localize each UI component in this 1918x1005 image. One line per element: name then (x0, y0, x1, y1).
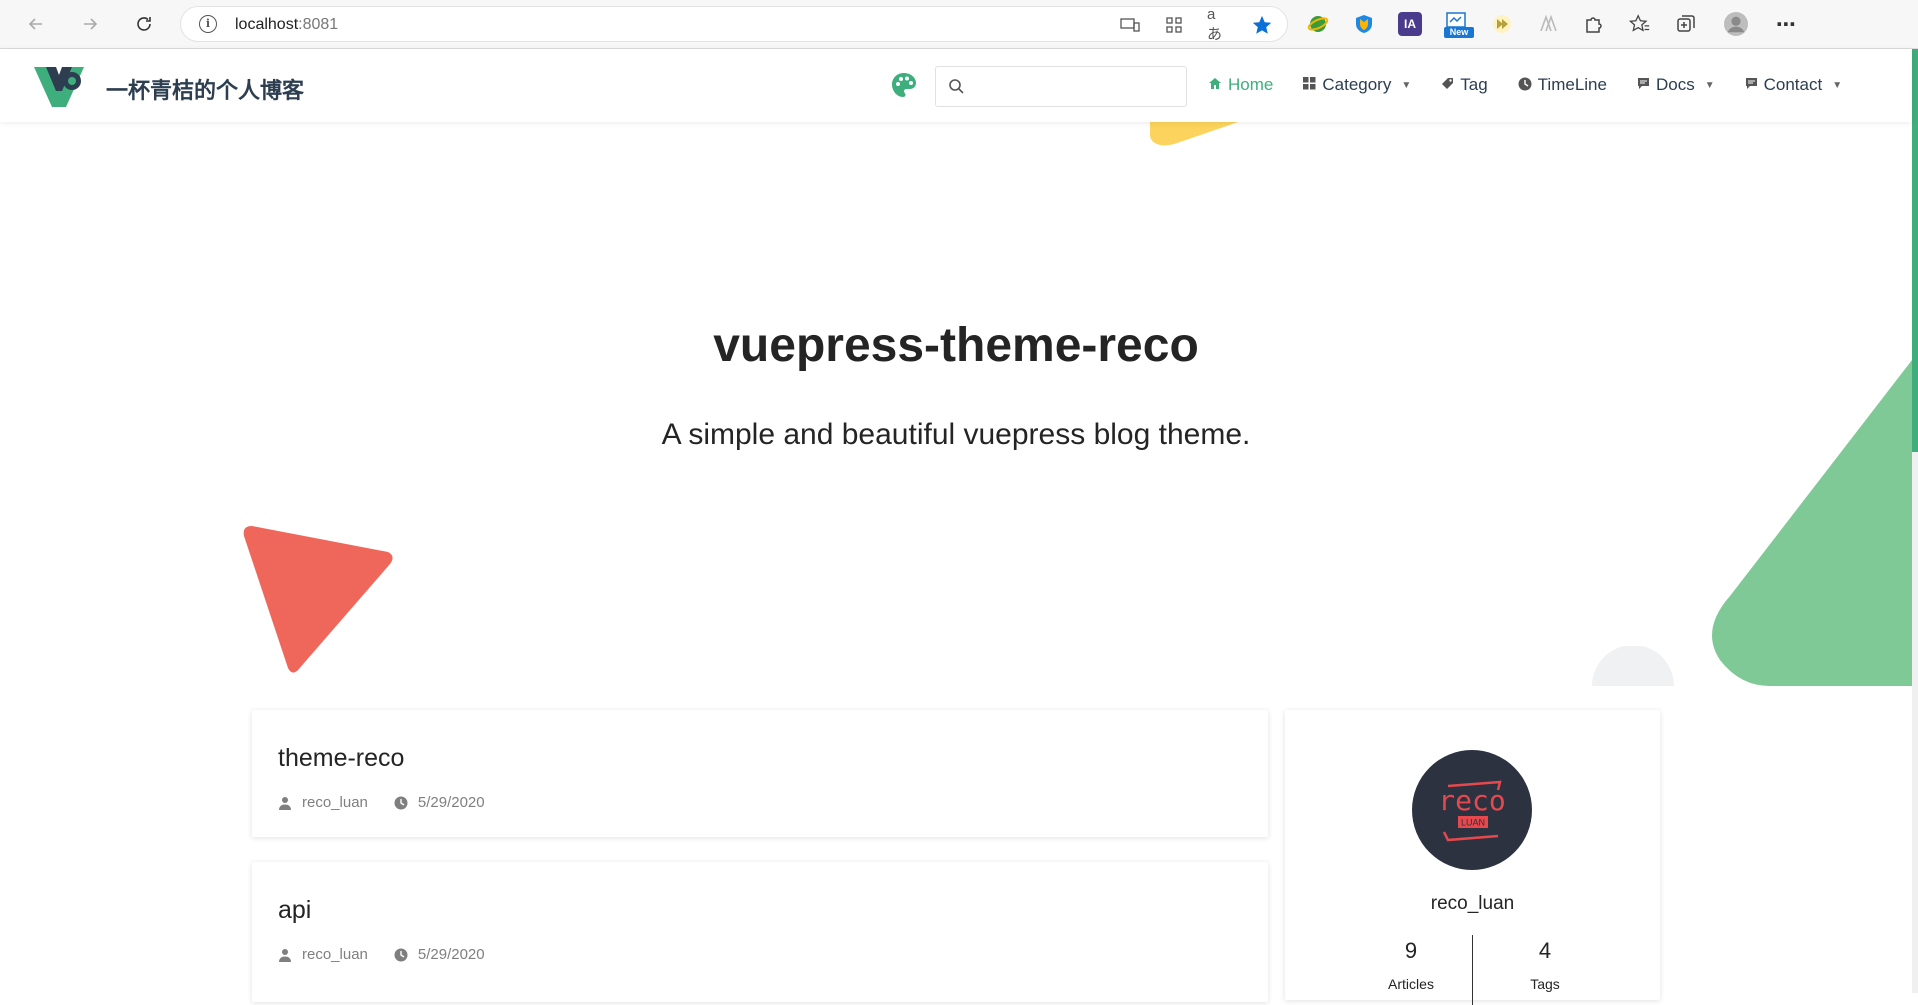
clock-icon (1518, 77, 1532, 94)
new-extension-icon[interactable]: New (1444, 12, 1474, 38)
search-box[interactable] (935, 66, 1187, 107)
translate-icon[interactable]: aあ (1207, 6, 1229, 43)
address-bar[interactable]: i localhost:8081 aあ (180, 6, 1288, 43)
user-icon (279, 796, 291, 810)
favorites-icon[interactable] (1628, 12, 1652, 36)
nav-item-docs[interactable]: Docs ▼ (1637, 75, 1715, 95)
nav-item-label: Contact (1763, 75, 1823, 94)
back-button[interactable] (22, 10, 50, 38)
page-scrollbar[interactable] (1912, 49, 1918, 993)
nav-item-timeline[interactable]: TimeLine (1518, 75, 1607, 95)
articles-count: 9 (1404, 938, 1418, 963)
profile-avatar-icon[interactable] (1724, 12, 1748, 36)
nav-item-label: Category (1322, 75, 1392, 94)
extensions-puzzle-icon[interactable] (1582, 12, 1606, 36)
clock-icon (394, 948, 408, 961)
nav-item-label: TimeLine (1537, 75, 1607, 94)
author-profile-card: reco LUAN reco_luan 9 Articles 4 Tags (1285, 710, 1660, 1005)
message-icon (1745, 77, 1758, 93)
tag-icon (1441, 77, 1454, 93)
favorite-star-icon[interactable] (1251, 14, 1273, 36)
ie-tab-extension-icon[interactable] (1306, 12, 1330, 36)
green-shape-decoration (1712, 360, 1912, 686)
home-icon (1208, 77, 1222, 93)
red-triangle-decoration (243, 526, 393, 673)
nav-item-label: Home (1228, 75, 1274, 94)
post-title[interactable]: theme-reco (278, 744, 404, 773)
tags-stat[interactable]: 4 Tags (1485, 938, 1605, 992)
category-icon (1303, 77, 1316, 93)
chevron-down-icon: ▼ (1704, 79, 1715, 91)
tags-count: 4 (1538, 938, 1552, 963)
nav-item-label: Docs (1655, 75, 1695, 94)
site-logo[interactable] (32, 63, 86, 109)
site-info-icon[interactable]: i (199, 15, 217, 33)
aa-extension-icon[interactable] (1536, 12, 1560, 36)
nav-item-contact[interactable]: Contact ▼ (1745, 75, 1843, 95)
more-menu-icon[interactable]: ⋯ (1774, 12, 1798, 36)
nav-item-label: Tag (1460, 75, 1488, 94)
qr-code-icon[interactable] (1163, 14, 1185, 36)
app-available-icon[interactable] (1119, 14, 1141, 36)
ia-extension-icon[interactable]: IA (1398, 12, 1422, 36)
search-icon (949, 79, 964, 94)
post-date: 5/29/2020 (417, 794, 485, 811)
play-extension-icon[interactable] (1490, 12, 1514, 36)
post-author: reco_luan (302, 794, 368, 811)
reload-button[interactable] (130, 10, 158, 38)
site-navbar: 一杯青桔的个人博客 Home Category ▼ Tag TimeLine D… (0, 49, 1912, 122)
stat-divider (1472, 935, 1473, 1005)
site-title[interactable]: 一杯青桔的个人博客 (106, 73, 304, 105)
svg-text:reco: reco (1438, 784, 1505, 817)
avatar: reco LUAN (1412, 750, 1532, 870)
clock-icon (394, 796, 408, 809)
shield-extension-icon[interactable] (1352, 12, 1376, 36)
post-card[interactable]: api reco_luan 5/29/2020 (252, 862, 1268, 1002)
nav-menu: Home Category ▼ Tag TimeLine Docs ▼ Cont… (1208, 75, 1872, 95)
svg-text:LUAN: LUAN (1461, 818, 1485, 828)
hero-title: vuepress-theme-reco (713, 319, 1199, 372)
forward-button[interactable] (76, 10, 104, 38)
message-icon (1637, 77, 1650, 93)
articles-stat[interactable]: 9 Articles (1351, 938, 1471, 992)
post-author: reco_luan (302, 946, 368, 963)
chevron-down-icon: ▼ (1832, 79, 1843, 91)
collections-icon[interactable] (1674, 12, 1698, 36)
nav-item-tag[interactable]: Tag (1441, 75, 1488, 95)
post-card[interactable]: theme-reco reco_luan 5/29/2020 (252, 710, 1268, 837)
browser-toolbar: i localhost:8081 aあ IA New ⋯ (0, 0, 1918, 49)
user-icon (279, 948, 291, 962)
nav-item-home[interactable]: Home (1208, 75, 1273, 95)
grey-circle-decoration (1592, 646, 1674, 686)
articles-label: Articles (1388, 976, 1434, 992)
profile-name: reco_luan (1430, 893, 1515, 914)
search-input[interactable] (974, 75, 1174, 99)
theme-palette-icon[interactable] (890, 71, 918, 99)
post-title[interactable]: api (278, 896, 311, 925)
post-date: 5/29/2020 (417, 946, 485, 963)
chevron-down-icon: ▼ (1401, 79, 1412, 91)
scrollbar-thumb[interactable] (1912, 49, 1918, 452)
tags-label: Tags (1530, 976, 1560, 992)
hero-description: A simple and beautiful vuepress blog the… (661, 418, 1251, 451)
url-text: localhost:8081 (235, 16, 339, 33)
nav-item-category[interactable]: Category ▼ (1303, 75, 1411, 95)
yellow-shape-decoration (1150, 118, 1250, 146)
